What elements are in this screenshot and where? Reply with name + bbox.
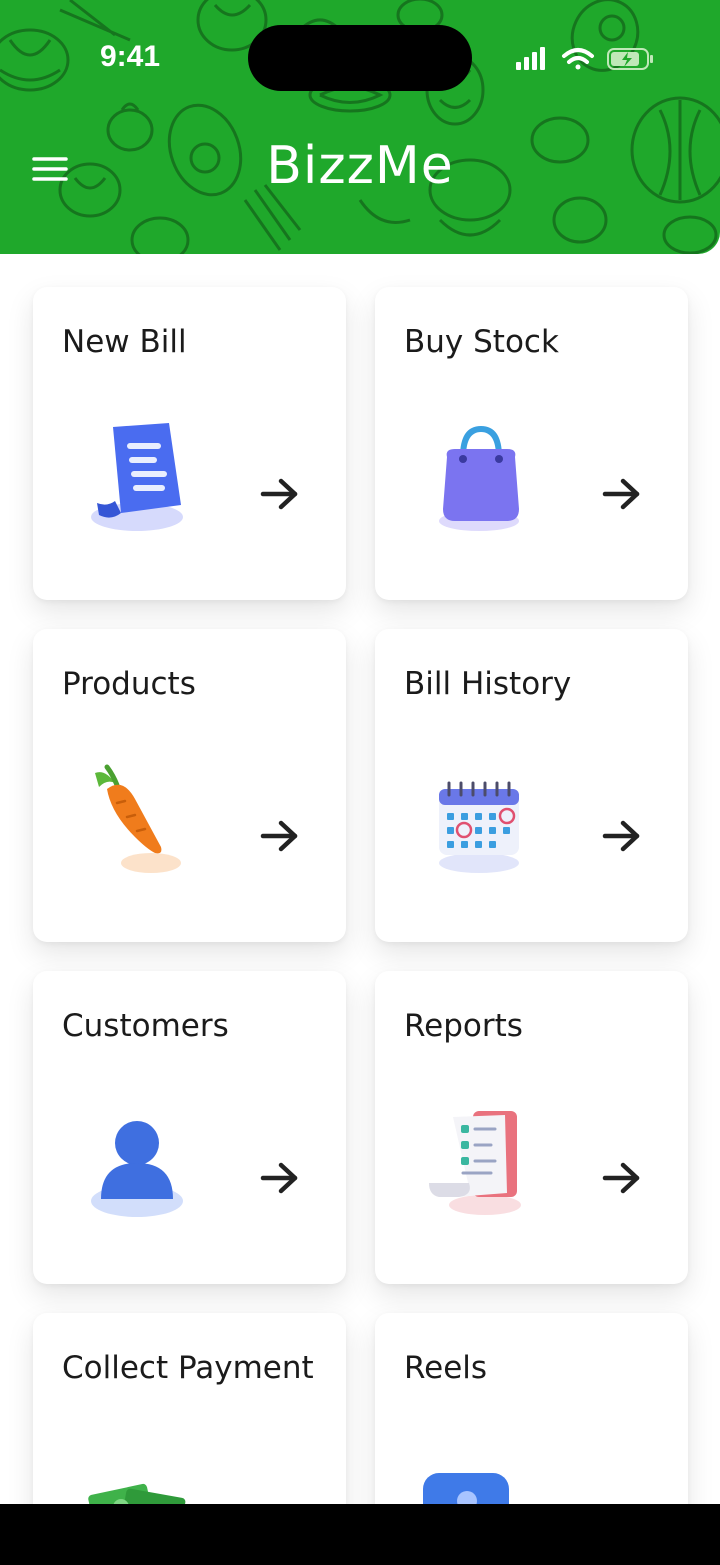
- calendar-icon: [439, 781, 519, 873]
- status-icons: [516, 47, 653, 70]
- bill-history-card[interactable]: Bill History: [375, 629, 688, 942]
- card-title: New Bill: [62, 324, 187, 360]
- card-title: Reports: [404, 1008, 523, 1044]
- card-title: Collect Payment: [62, 1350, 314, 1386]
- arrow-right-icon: [602, 478, 640, 510]
- reports-card[interactable]: Reports: [375, 971, 688, 1284]
- bill-icon: [91, 423, 183, 531]
- card-title: Reels: [404, 1350, 488, 1386]
- system-bottom-bar: [0, 1504, 720, 1565]
- shopping-bag-icon: [439, 425, 519, 531]
- card-title: Customers: [62, 1008, 229, 1044]
- card-title: Products: [62, 666, 196, 702]
- arrow-right-icon: [260, 820, 298, 852]
- card-title: Buy Stock: [404, 324, 559, 360]
- arrow-right-icon: [602, 820, 640, 852]
- arrow-right-icon: [260, 478, 298, 510]
- wifi-icon: [562, 48, 594, 70]
- user-icon: [91, 1121, 183, 1217]
- arrow-right-icon: [602, 1162, 640, 1194]
- status-time: 9:41: [100, 40, 161, 73]
- new-bill-card[interactable]: New Bill: [33, 287, 346, 600]
- app-title: BizzMe: [266, 136, 454, 196]
- signal-icon: [516, 47, 545, 70]
- battery-icon: [607, 48, 653, 70]
- customers-card[interactable]: Customers: [33, 971, 346, 1284]
- app-header: 9:41 BizzMe: [0, 0, 720, 254]
- camera-notch: [248, 25, 472, 91]
- report-icon: [429, 1111, 521, 1215]
- carrot-icon: [95, 764, 181, 873]
- card-title: Bill History: [404, 666, 572, 702]
- products-card[interactable]: Products: [33, 629, 346, 942]
- arrow-right-icon: [260, 1162, 298, 1194]
- buy-stock-card[interactable]: Buy Stock: [375, 287, 688, 600]
